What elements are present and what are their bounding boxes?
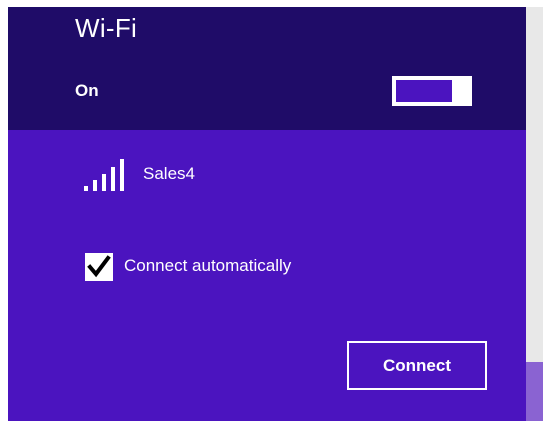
signal-bar-1 xyxy=(84,186,88,191)
scrollbar-thumb[interactable] xyxy=(526,362,543,421)
connect-automatically-checkbox[interactable] xyxy=(85,253,113,281)
network-list: Sales4 Connect automatically Connect xyxy=(8,130,526,421)
wifi-signal-icon xyxy=(84,159,124,191)
toggle-track xyxy=(396,80,452,102)
connect-button[interactable]: Connect xyxy=(347,341,487,390)
checkmark-icon xyxy=(87,255,111,278)
signal-bar-3 xyxy=(102,174,106,191)
signal-bar-2 xyxy=(93,180,97,191)
wifi-flyout: Wi-Fi On Sales4 Connect automatically Co… xyxy=(0,0,543,421)
wifi-header: Wi-Fi On xyxy=(8,7,526,130)
network-panel: Wi-Fi On Sales4 Connect automatically Co… xyxy=(8,7,526,421)
wifi-toggle[interactable] xyxy=(392,76,472,106)
connect-automatically-label: Connect automatically xyxy=(124,256,292,275)
signal-bar-4 xyxy=(111,167,115,191)
toggle-thumb[interactable] xyxy=(452,76,468,106)
signal-bar-5 xyxy=(120,159,124,191)
wifi-state-label: On xyxy=(75,81,99,100)
wifi-title: Wi-Fi xyxy=(75,13,138,43)
vertical-scrollbar[interactable] xyxy=(526,7,543,421)
network-name: Sales4 xyxy=(143,164,195,183)
network-item-sales4[interactable]: Sales4 xyxy=(8,140,526,194)
